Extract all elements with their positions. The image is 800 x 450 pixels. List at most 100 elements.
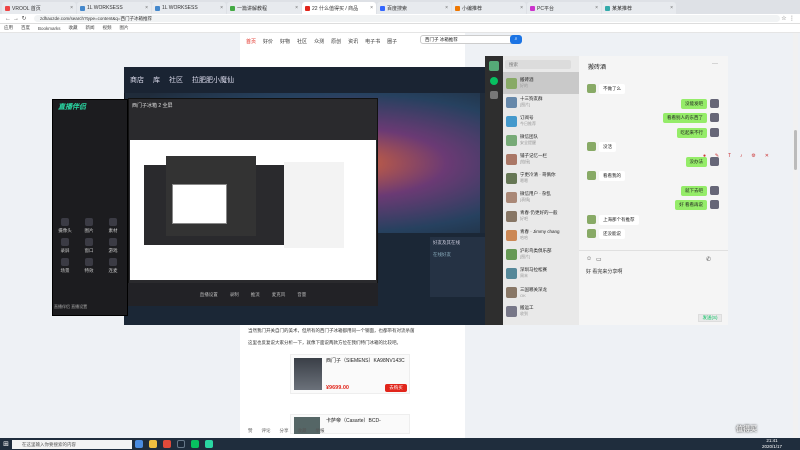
contacts-icon[interactable] (490, 91, 498, 99)
source-button[interactable]: 场景 (55, 258, 75, 274)
bookmark-item[interactable]: Bookmarks (38, 26, 61, 31)
mic-icon[interactable]: ♪ (740, 153, 743, 159)
more-icon[interactable]: ··· (712, 61, 718, 67)
close-icon[interactable]: × (368, 5, 373, 11)
page-scrollbar[interactable] (793, 33, 798, 438)
source-button[interactable]: 连麦 (103, 258, 123, 274)
preview-toolbar-button[interactable]: 音量 (297, 292, 306, 298)
bookmark-item[interactable]: 应用 (4, 25, 13, 31)
site-nav-item[interactable]: 好物 (280, 38, 290, 45)
wechat-icon[interactable] (191, 440, 199, 448)
browser-tab[interactable]: 1L WORKSESS × (77, 2, 151, 14)
game-launcher-icon[interactable] (177, 440, 185, 448)
game-nav-item[interactable]: 拉肥肥小魔仙 (192, 75, 234, 85)
source-button[interactable]: 游戏 (103, 238, 123, 254)
scrollbar-thumb[interactable] (794, 130, 797, 170)
site-nav-item[interactable]: 资讯 (348, 38, 358, 45)
source-button[interactable]: 图片 (79, 218, 99, 234)
browser-tab[interactable]: 22 什么值得买 / 商品 × (302, 2, 376, 14)
article-action[interactable]: 评论 (262, 428, 271, 434)
contact-last-message: [图片] (520, 254, 531, 259)
bookmark-item[interactable]: 百度 (21, 25, 30, 31)
browser-tab[interactable]: 小编推荐 × (452, 2, 526, 14)
article-action[interactable]: 举报 (316, 428, 325, 434)
search-icon[interactable]: ⌕ (510, 35, 522, 44)
site-nav-item[interactable]: 社区 (297, 38, 307, 45)
taskbar-search-input[interactable]: 在这里输入你要搜索的内容 (12, 439, 132, 449)
close-icon[interactable]: × (443, 5, 448, 11)
chat-message: 没活 (599, 142, 616, 152)
article-action[interactable]: 分享 (280, 428, 289, 434)
forward-icon[interactable]: → (12, 16, 20, 22)
send-button[interactable]: 发送(S) (698, 314, 722, 322)
buy-button[interactable]: 去购买 (385, 384, 407, 392)
task-view-icon[interactable] (135, 440, 143, 448)
preview-toolbar-button[interactable]: 推流 (251, 292, 260, 298)
close-icon[interactable]: × (293, 5, 298, 11)
close-icon[interactable]: × (218, 5, 223, 11)
source-button[interactable]: 摄像头 (55, 218, 75, 234)
start-icon[interactable]: ⊞ (0, 440, 12, 448)
settings-icon[interactable]: ⚙ (751, 153, 755, 159)
source-button[interactable]: 素材 (103, 218, 123, 234)
chat-input[interactable]: 好 看完来分享啊 (586, 268, 622, 275)
folder-icon[interactable]: ▭ (596, 256, 602, 263)
browser-tab[interactable]: 一篇讲解教程 × (227, 2, 301, 14)
close-icon[interactable]: × (68, 5, 73, 11)
bookmark-item[interactable]: 图片 (120, 25, 129, 31)
bookmark-item[interactable]: 视频 (103, 25, 112, 31)
close-icon[interactable]: × (593, 5, 598, 11)
star-icon[interactable]: ☆ (780, 15, 788, 22)
preview-toolbar-button[interactable]: 麦克风 (272, 292, 286, 298)
phone-icon[interactable]: ✆ (706, 256, 711, 263)
product-name[interactable]: 西门子（SIEMENS）KA98NV143C (326, 357, 406, 364)
browser-tab[interactable]: 1L WORKSESS × (152, 2, 226, 14)
preview-toolbar-button[interactable]: 录制 (230, 292, 239, 298)
back-icon[interactable]: ← (4, 16, 12, 22)
streaming-app-icon[interactable] (205, 440, 213, 448)
reload-icon[interactable]: ↻ (20, 15, 28, 22)
bookmark-item[interactable]: 新闻 (86, 25, 95, 31)
emoji-icon[interactable]: ☺ (586, 256, 592, 262)
record-icon[interactable]: ● (703, 153, 706, 159)
source-button[interactable]: 窗口 (79, 238, 99, 254)
browser-icon[interactable] (163, 440, 171, 448)
close-icon[interactable]: ✕ (765, 153, 769, 159)
preview-toolbar-button[interactable]: 直播设置 (200, 292, 218, 298)
browser-tab[interactable]: 某某推荐 × (602, 2, 676, 14)
browser-tab[interactable]: 百度搜索 × (377, 2, 451, 14)
source-button[interactable]: 特效 (79, 258, 99, 274)
site-nav-item[interactable]: 原创 (331, 38, 341, 45)
game-nav-item[interactable]: 商店 (130, 75, 144, 85)
close-icon[interactable]: × (518, 5, 523, 11)
wechat-search-input[interactable]: 搜索 (505, 60, 571, 69)
avatar[interactable] (489, 61, 499, 71)
close-icon[interactable]: × (143, 5, 148, 11)
article-action[interactable]: 赞 (248, 428, 253, 434)
chat-icon[interactable] (490, 77, 498, 85)
site-nav-item[interactable]: 圈子 (387, 38, 397, 45)
site-nav-item[interactable]: 电子书 (365, 38, 380, 45)
source-button[interactable]: 录屏 (55, 238, 75, 254)
contact-item[interactable]: 搬运工 收到 (503, 300, 579, 322)
site-nav-item[interactable]: 好价 (263, 38, 273, 45)
system-clock[interactable]: 21:41 2020/1/17 (762, 438, 782, 450)
browser-tab[interactable]: PC平台 × (527, 2, 601, 14)
url-input[interactable]: zdhaozde.com/search?type=content&q=西门子冰箱… (34, 15, 780, 22)
address-bar: ← → ↻ zdhaozde.com/search?type=content&q… (0, 14, 800, 24)
menu-icon[interactable]: ⋮ (788, 15, 796, 22)
browser-tab[interactable]: VROOL 首页 × (2, 2, 76, 14)
product-name[interactable]: 卡萨帝（Casarte）BCD- (326, 417, 381, 424)
bookmark-item[interactable]: 收藏 (69, 25, 78, 31)
pen-icon[interactable]: ✎ (715, 153, 719, 159)
site-nav-item[interactable]: 首页 (246, 38, 256, 45)
game-nav-item[interactable]: 社区 (169, 75, 183, 85)
game-nav-item[interactable]: 库 (153, 75, 160, 85)
site-nav-item[interactable]: 众测 (314, 38, 324, 45)
explorer-icon[interactable] (149, 440, 157, 448)
article-action[interactable]: 收藏 (298, 428, 307, 434)
close-icon[interactable]: × (668, 5, 673, 11)
site-search-input[interactable]: 西门子 冰箱推荐 (420, 35, 520, 44)
text-icon[interactable]: T (728, 153, 731, 159)
bookmarks-bar: 应用 百度 Bookmarks 收藏 新闻 视频 图片 (0, 24, 800, 33)
